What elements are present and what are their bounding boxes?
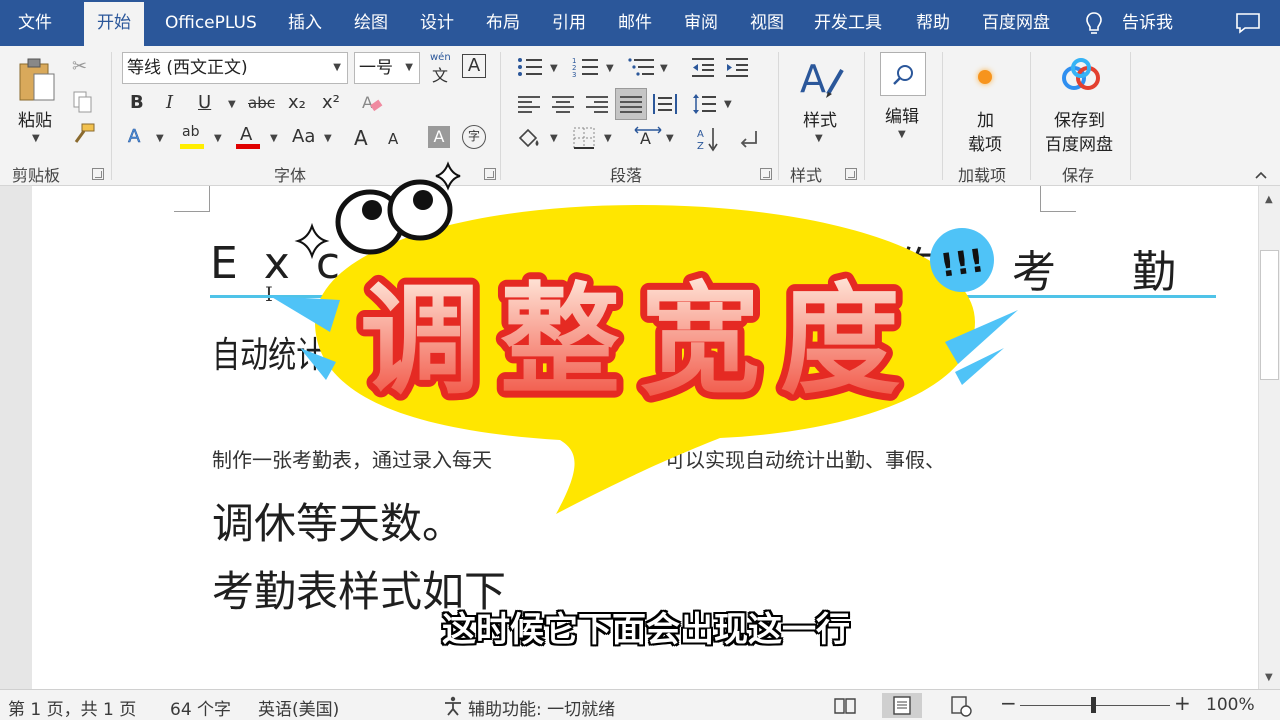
video-overlay: 调整宽度 !!! 这时候它下面会出现这一行: [0, 0, 1280, 720]
sparkle-icon: [435, 161, 461, 191]
left-pupil-icon: [362, 200, 382, 220]
sticker-title-text: 调整宽度: [360, 272, 920, 411]
sparkle-icon: [294, 222, 330, 260]
spike-shape: [270, 296, 340, 332]
video-subtitle: 这时候它下面会出现这一行: [442, 610, 850, 650]
right-pupil-icon: [413, 190, 433, 210]
right-eye-icon: [387, 179, 453, 241]
exclaim-text: !!!: [938, 241, 987, 285]
